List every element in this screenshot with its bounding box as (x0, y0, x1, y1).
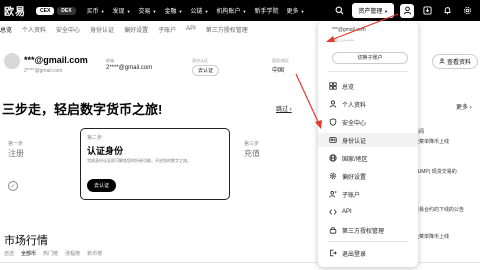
nav-right-actions: 资产管理 ▼ (332, 3, 474, 18)
tab-sub-accounts[interactable]: 子账户 (158, 25, 176, 34)
country-value: 中国 (272, 68, 285, 74)
skip-link[interactable]: 跳过 › (276, 104, 292, 113)
nav-item-institutional[interactable]: 机构账户 ▼ (216, 6, 246, 15)
tab-profile[interactable]: 个人资料 (22, 25, 46, 34)
step-2-label: 第二步 (87, 135, 103, 141)
chevron-down-icon: ▼ (204, 9, 209, 14)
step-1-name: 注册 (8, 149, 24, 158)
tab-security[interactable]: 安全中心 (56, 25, 80, 34)
news-snippet[interactable]: RUMP) 现货交易的 (414, 168, 457, 175)
tab-third-party-authorization[interactable]: 第三方授权管理 (206, 25, 248, 34)
account-email: ***@gmail.com (24, 55, 88, 65)
market-tab-gainers[interactable]: 涨幅榜 (65, 250, 80, 257)
menu-item-profile[interactable]: 个人资料 (318, 97, 418, 111)
country-label: 国家/地区 (272, 58, 290, 63)
divider (328, 71, 408, 72)
tab-overview[interactable]: 总览 (0, 25, 12, 34)
dex-toggle[interactable]: DEX (57, 6, 76, 15)
annotation-arrow (295, 73, 320, 125)
chevron-down-icon: ▼ (300, 9, 305, 14)
account-subtabs: 总览 个人资料 安全中心 身份认证 偏好设置 子账户 API 第三方授权管理 (0, 22, 258, 36)
nav-item-finance[interactable]: 金融 ▼ (165, 6, 183, 15)
account-value: 2****@gmail.com (106, 65, 153, 71)
check-icon: ✓ (8, 181, 18, 191)
step-2-description: 完成身份认证即可解锁您的所有功能，开启您的数字之旅。 (87, 158, 191, 163)
menu-item-overview[interactable]: 总览 (318, 79, 418, 93)
news-snippet[interactable]: 及菜单降币上线 (414, 138, 449, 145)
verification-label: 身份认证 (192, 58, 208, 63)
market-title: 市场行情 (4, 235, 48, 247)
tab-api[interactable]: API (186, 26, 196, 32)
nav-item-trade[interactable]: 交易 ▼ (139, 6, 157, 15)
asset-management-button[interactable]: 资产管理 ▼ (352, 3, 394, 18)
okx-logo[interactable]: 欧易 (4, 3, 26, 18)
step-2-title: 认证身份 (87, 146, 124, 156)
chevron-down-icon: ▼ (100, 9, 105, 14)
account-label: 邮箱 (106, 58, 114, 63)
logout-icon (328, 249, 337, 258)
dropdown-email: ***@gmail.com (332, 27, 366, 33)
nav-item-discover[interactable]: 发现 ▼ (113, 6, 131, 15)
step-1-label: 第一步 (8, 141, 24, 147)
settings-icon[interactable] (460, 4, 474, 18)
authorization-icon (328, 226, 337, 235)
divider (328, 241, 408, 242)
search-icon[interactable] (332, 4, 346, 18)
menu-item-country-region[interactable]: 国家/地区 (318, 151, 418, 165)
logout-button[interactable]: 退出登录 (318, 246, 418, 260)
user-account-icon[interactable] (400, 3, 414, 18)
step-3-label: 第三步 (244, 141, 260, 147)
menu-item-preferences[interactable]: 偏好设置 (318, 169, 418, 183)
verify-now-button[interactable]: 去认证 (192, 65, 220, 76)
market-tab-favorites[interactable]: 自选 (4, 250, 14, 257)
nav-item-buy[interactable]: 买币 ▼ (87, 6, 105, 15)
menu-item-third-party-authorization[interactable]: 第三方授权管理 (318, 223, 418, 237)
chevron-down-icon: ▼ (126, 9, 131, 14)
dropdown-uid: UID: 2******* (332, 38, 355, 43)
menu-item-api[interactable]: API (318, 205, 418, 219)
nav-item-more[interactable]: 更多 ▼ (286, 6, 304, 15)
more-link[interactable]: 更多 › (456, 102, 472, 111)
market-tab-hot[interactable]: 热门榜 (43, 250, 58, 257)
settings-icon (328, 172, 337, 181)
news-snippet[interactable]: 交易合约的下线的公告 (414, 206, 464, 213)
shield-icon (328, 118, 337, 127)
chevron-down-icon: ▼ (384, 9, 388, 14)
chevron-down-icon: ▼ (178, 9, 183, 14)
tab-preferences[interactable]: 偏好设置 (124, 25, 148, 34)
user-icon (439, 57, 445, 66)
tab-identity-verification[interactable]: 身份认证 (90, 25, 114, 34)
market-tabs: 自选 全部币 热门榜 涨幅榜 新币榜 (4, 250, 102, 257)
market-tab-all[interactable]: 全部币 (21, 250, 36, 257)
globe-icon (328, 154, 337, 163)
onboarding-headline: 三步走，轻启数字货币之旅! (2, 102, 163, 117)
switch-sub-account-button[interactable]: 切换子账户 (332, 52, 408, 64)
cex-toggle[interactable]: CEX (36, 6, 55, 15)
account-email-secondary: 2****@gmail.com (24, 68, 63, 74)
view-profile-label: 查看资料 (446, 60, 471, 66)
top-navigation-bar: 欧易 CEX DEX 买币 ▼ 发现 ▼ 交易 ▼ 金融 ▼ 公链 ▼ 机构账户 ▼ 新手学… (0, 0, 480, 21)
notification-bell-icon[interactable] (440, 4, 454, 18)
menu-item-security[interactable]: 安全中心 (318, 115, 418, 129)
account-dropdown-menu: ***@gmail.com UID: 2******* 切换子账户 总览 个人资… (318, 21, 418, 267)
news-snippet[interactable]: 及菜单降币上线 (414, 233, 449, 240)
step-2-card: 第二步 认证身份 完成身份认证即可解锁您的所有功能，开启您的数字之旅。 去认证 (80, 128, 230, 200)
nav-item-chain[interactable]: 公链 ▼ (191, 6, 209, 15)
chevron-down-icon: ▼ (152, 9, 157, 14)
grid-icon (328, 82, 337, 91)
market-tab-new[interactable]: 新币榜 (87, 250, 102, 257)
nav-item-learn[interactable]: 新手学院 (254, 6, 278, 15)
avatar (4, 53, 20, 69)
menu-item-sub-account[interactable]: 子账户 (318, 187, 418, 201)
download-icon[interactable] (420, 4, 434, 18)
chevron-down-icon: ▼ (242, 9, 247, 14)
id-card-icon (328, 136, 337, 145)
menu-item-identity-verification[interactable]: 身份认证 (318, 133, 418, 147)
sub-account-icon (328, 190, 337, 199)
api-icon (328, 208, 337, 217)
view-profile-button[interactable]: 查看资料 (431, 54, 478, 69)
user-icon (328, 100, 337, 109)
step-2-verify-button[interactable]: 去认证 (87, 179, 117, 192)
step-3-name: 充值 (244, 149, 260, 158)
